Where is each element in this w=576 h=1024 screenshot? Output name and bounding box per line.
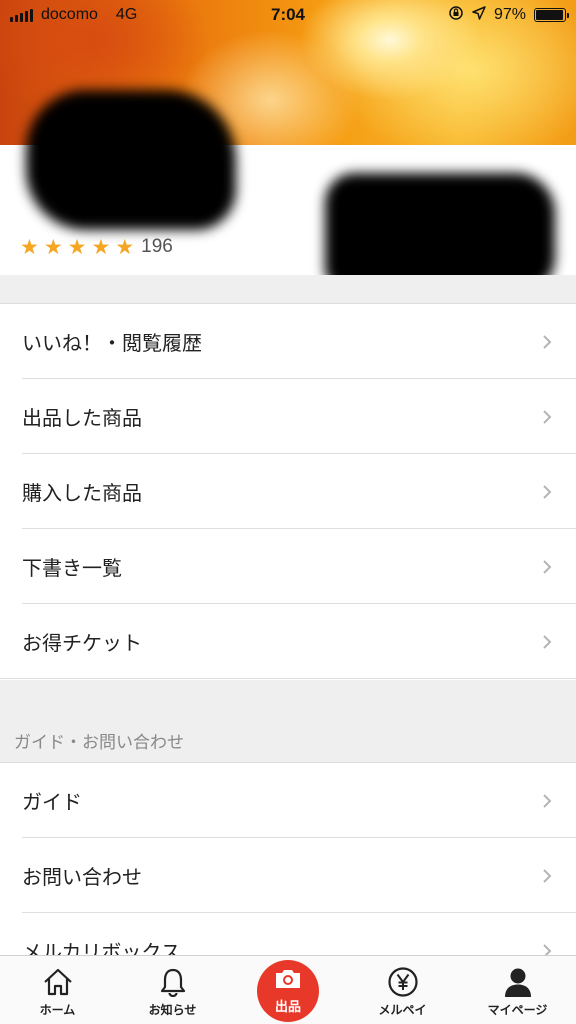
location-arrow-icon	[472, 5, 486, 25]
tab-label: マイページ	[487, 1003, 548, 1017]
menu-item-coupons[interactable]: お得チケット	[0, 604, 576, 679]
yen-icon	[387, 966, 419, 998]
carrier-name: docomo	[41, 6, 98, 23]
camera-icon	[274, 968, 302, 994]
menu-item-label: 購入した商品	[22, 481, 142, 505]
chevron-right-icon	[538, 333, 556, 351]
tab-notifications[interactable]: お知らせ	[115, 956, 230, 1024]
signal-icon	[10, 8, 33, 22]
chevron-right-icon	[538, 408, 556, 426]
tab-home[interactable]: ホーム	[0, 956, 115, 1024]
rating-stars: ★ ★ ★ ★ ★ 196	[20, 236, 173, 258]
menu-item-label: 出品した商品	[22, 406, 142, 430]
menu-item-contact[interactable]: お問い合わせ	[0, 838, 576, 913]
sell-button[interactable]: 出品	[257, 960, 319, 1022]
star-icon: ★	[67, 234, 87, 259]
orientation-lock-icon	[448, 5, 464, 26]
user-icon	[503, 966, 533, 998]
star-icon: ★	[43, 234, 63, 259]
chevron-right-icon	[538, 633, 556, 651]
menu-item-drafts[interactable]: 下書き一覧	[0, 529, 576, 604]
section-spacer	[0, 275, 576, 304]
status-bar: docomo 4G 7:04 97%	[0, 0, 576, 30]
home-icon	[42, 966, 74, 998]
star-icon: ★	[115, 234, 135, 259]
section-header-guide: ガイド・お問い合わせ	[14, 733, 184, 753]
tab-label: メルペイ	[378, 1003, 427, 1017]
battery-level	[536, 10, 564, 20]
bell-icon	[159, 966, 187, 998]
tab-label: ホーム	[39, 1003, 76, 1017]
battery-icon	[534, 8, 569, 22]
menu-item-label: いいね！・閲覧履歴	[22, 331, 202, 355]
tab-mypage[interactable]: マイページ	[460, 956, 575, 1024]
chevron-right-icon	[538, 792, 556, 810]
sell-label: 出品	[274, 999, 301, 1015]
chevron-right-icon	[538, 867, 556, 885]
menu-item-label: 下書き一覧	[22, 556, 122, 580]
menu-item-purchased-items[interactable]: 購入した商品	[0, 454, 576, 529]
rating-count: 196	[141, 236, 173, 257]
tab-merpay[interactable]: メルペイ	[345, 956, 460, 1024]
chevron-right-icon	[538, 558, 556, 576]
menu-item-label: ガイド	[22, 790, 82, 814]
main-menu: いいね！・閲覧履歴 出品した商品 購入した商品 下書き一覧 お得チケット	[0, 304, 576, 679]
chevron-right-icon	[538, 483, 556, 501]
network-type: 4G	[115, 6, 138, 23]
menu-item-likes-history[interactable]: いいね！・閲覧履歴	[0, 304, 576, 379]
menu-item-listed-items[interactable]: 出品した商品	[0, 379, 576, 454]
star-icon: ★	[20, 234, 39, 259]
menu-item-guide[interactable]: ガイド	[0, 763, 576, 838]
menu-item-label: お得チケット	[22, 631, 142, 655]
redacted-avatar	[26, 90, 236, 230]
star-icon: ★	[91, 234, 111, 259]
battery-percent: 97%	[493, 6, 526, 23]
tab-label: お知らせ	[148, 1003, 197, 1017]
menu-item-label: お問い合わせ	[22, 865, 142, 889]
